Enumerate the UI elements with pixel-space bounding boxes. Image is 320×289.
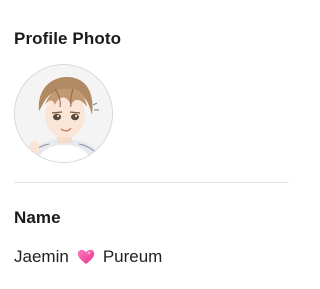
pink-heart-icon (77, 249, 95, 265)
name-value: Jaemin Pureum (14, 247, 162, 267)
first-name: Jaemin (14, 247, 69, 266)
section-divider (14, 182, 289, 183)
second-name: Pureum (102, 247, 163, 266)
profile-avatar[interactable] (14, 64, 113, 163)
avatar-illustration (15, 65, 112, 162)
name-title: Name (14, 208, 61, 227)
profile-photo-title: Profile Photo (14, 29, 122, 48)
